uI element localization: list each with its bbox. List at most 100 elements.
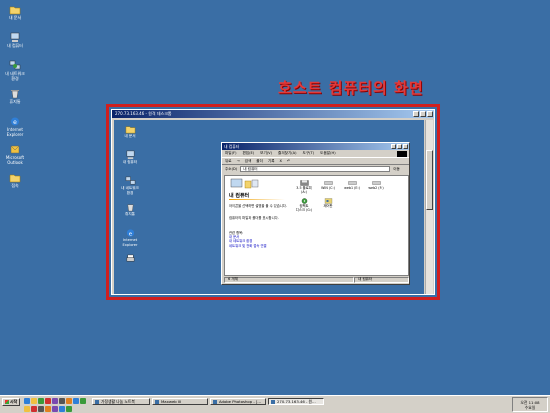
scrollbar-thumb[interactable] <box>426 150 433 210</box>
app-icon[interactable] <box>45 405 51 412</box>
task-label: Adobe Photoshop - [... <box>219 399 262 404</box>
minimize-button[interactable] <box>391 144 396 149</box>
delete-button[interactable]: X <box>280 159 282 163</box>
remote-desktop-icons: 내 문서 내 컴퓨터 내 네트워크 환경 휴지통 e Internet Expl… <box>118 124 142 280</box>
desktop-icon-internet-explorer[interactable]: e Internet Explorer <box>2 116 28 144</box>
menu-tools[interactable]: 도구(T) <box>303 151 315 156</box>
task-remote-desktop[interactable]: 270.73.163.46 - 원... <box>268 398 324 405</box>
app-icon[interactable] <box>66 398 72 404</box>
drive-item-label: WIN (C:) <box>321 186 335 190</box>
app-icon[interactable] <box>24 405 30 412</box>
control-panel-item[interactable]: 제어판 <box>317 198 339 209</box>
outlook-icon[interactable] <box>31 398 37 404</box>
drive-item-e[interactable]: web1 (E:) <box>341 180 363 191</box>
app-icon[interactable] <box>52 405 58 412</box>
outlook-icon <box>10 145 20 154</box>
remote-icon-my-documents[interactable]: 내 문서 <box>118 124 142 150</box>
drive-item-floppy[interactable]: 3.5 플로피 (A:) <box>293 180 315 195</box>
minimize-button[interactable] <box>413 111 419 117</box>
desktop-icon-my-documents[interactable]: 내 문서 <box>2 4 28 32</box>
menu-edit[interactable]: 편집(E) <box>242 151 254 156</box>
drive-item-cdrom[interactable]: 컴팩트 디스크 (G:) <box>293 198 315 213</box>
link-network-dialup[interactable]: 네트워크 및 전화 접속 연결 <box>229 244 267 248</box>
forward-button[interactable]: → <box>237 159 240 163</box>
maximize-button[interactable] <box>397 144 402 149</box>
status-object-count: 6 개체 <box>224 276 354 283</box>
drive-item-c[interactable]: WIN (C:) <box>317 180 339 191</box>
remote-desktop-window[interactable]: 270.73.163.46 - 원격 데스크톱 내 문서 내 컴퓨터 내 네트워… <box>111 109 435 295</box>
undo-button[interactable]: ↶ <box>287 159 290 163</box>
app-icon[interactable] <box>59 405 65 412</box>
my-computer-titlebar[interactable]: 내 컴퓨터 <box>222 143 409 150</box>
computer-banner-icon <box>230 178 259 189</box>
system-tray[interactable]: 오전 11:08 수요일 <box>512 397 548 412</box>
task-label: Maxweb III <box>161 399 182 404</box>
desktop-icon-network[interactable]: 내 네트워크 환경 <box>2 60 28 88</box>
remote-icon-recycle-bin[interactable]: 휴지통 <box>118 202 142 228</box>
remote-desktop: 내 문서 내 컴퓨터 내 네트워크 환경 휴지통 e Internet Expl… <box>114 120 424 294</box>
my-computer-title: 내 컴퓨터 <box>224 143 240 149</box>
start-button[interactable]: 시작 <box>2 398 20 406</box>
remote-icon-network[interactable]: 내 네트워크 환경 <box>118 176 142 202</box>
ie-icon[interactable] <box>24 398 30 404</box>
my-computer-window[interactable]: 내 컴퓨터 파일(F) 편집(E) 보기(V) 즐겨찾기(A) 도구(T) 도움… <box>221 142 410 285</box>
close-button[interactable] <box>427 111 433 117</box>
app-icon <box>95 399 99 404</box>
remote-icon-label: 휴지통 <box>125 212 135 216</box>
app-icon[interactable] <box>73 398 79 404</box>
task-notebook[interactable]: 가정생활 나눔 노트북 <box>92 398 150 405</box>
remote-icon-label: 내 네트워크 환경 <box>121 186 139 195</box>
menu-file[interactable]: 파일(F) <box>225 151 236 156</box>
search-button[interactable]: 검색 <box>245 159 252 164</box>
address-input[interactable]: 내 컴퓨터 <box>240 166 391 172</box>
drive-item-label: web1 (E:) <box>344 186 360 190</box>
remote-icon-my-computer[interactable]: 내 컴퓨터 <box>118 150 142 176</box>
info-description: 아이콘을 선택하면 설명을 볼 수 있습니다. <box>229 204 287 208</box>
app-icon[interactable] <box>66 405 72 412</box>
task-photoshop[interactable]: Adobe Photoshop - [... <box>210 398 266 405</box>
maximize-button[interactable] <box>420 111 426 117</box>
ie-icon: e <box>11 117 19 126</box>
app-icon <box>155 399 159 404</box>
status-location: 내 컴퓨터 <box>354 276 409 283</box>
menu-help[interactable]: 도움말(H) <box>320 151 335 156</box>
task-maxweb[interactable]: Maxweb III <box>152 398 208 405</box>
vertical-scrollbar[interactable] <box>425 120 433 294</box>
toolbar: 뒤로 → 검색 폴더 기록 X ↶ <box>222 157 409 165</box>
taskbar: 시작 가정생활 나눔 노트북 Maxweb III Adobe Photosho… <box>0 395 550 413</box>
app-icon[interactable] <box>38 405 44 412</box>
desktop-icon-my-computer[interactable]: 내 컴퓨터 <box>2 32 28 60</box>
status-bar: 6 개체 내 컴퓨터 <box>224 276 409 283</box>
app-icon[interactable] <box>52 398 58 404</box>
app-icon[interactable] <box>31 405 37 412</box>
app-icon[interactable] <box>80 398 86 404</box>
app-icon[interactable] <box>38 398 44 404</box>
desktop-icon-label: 내 컴퓨터 <box>7 43 23 48</box>
desktop-icon-connect[interactable]: 접속 <box>2 172 28 200</box>
folders-button[interactable]: 폴더 <box>256 159 263 164</box>
menu-view[interactable]: 보기(V) <box>260 151 272 156</box>
go-button[interactable]: 이동 <box>393 167 400 172</box>
remote-icon-internet-explorer[interactable]: e Internet Explorer <box>118 228 142 254</box>
info-description-2: 컴퓨터의 파일과 폴더를 표시합니다. <box>229 216 279 220</box>
back-button[interactable]: 뒤로 <box>225 159 232 164</box>
remote-icon-printer[interactable] <box>118 254 142 280</box>
desktop-icon-outlook[interactable]: Microsoft Outlook <box>2 144 28 172</box>
ie-icon: e <box>126 229 134 237</box>
history-button[interactable]: 기록 <box>268 159 275 164</box>
svg-text:e: e <box>13 119 17 126</box>
desktop-icon-recycle-bin[interactable]: 휴지통 <box>2 88 28 116</box>
annotation-label: 호스트 컴퓨터의 화면 <box>278 79 424 97</box>
remote-icon-label: 내 컴퓨터 <box>122 160 138 164</box>
folder-icon <box>125 126 135 134</box>
menu-favorites[interactable]: 즐겨찾기(A) <box>278 151 297 156</box>
printer-icon <box>126 254 134 262</box>
app-icon[interactable] <box>59 398 65 404</box>
remote-window-titlebar[interactable]: 270.73.163.46 - 원격 데스크톱 <box>112 110 434 118</box>
network-icon <box>9 60 21 70</box>
close-button[interactable] <box>403 144 408 149</box>
host-desktop-icons: 내 문서 내 컴퓨터 내 네트워크 환경 휴지통 e Internet Expl… <box>2 4 28 200</box>
drive-item-f[interactable]: web2 (F:) <box>365 180 387 191</box>
desktop-icon-label: 내 네트워크 환경 <box>5 71 25 81</box>
app-icon[interactable] <box>45 398 51 404</box>
